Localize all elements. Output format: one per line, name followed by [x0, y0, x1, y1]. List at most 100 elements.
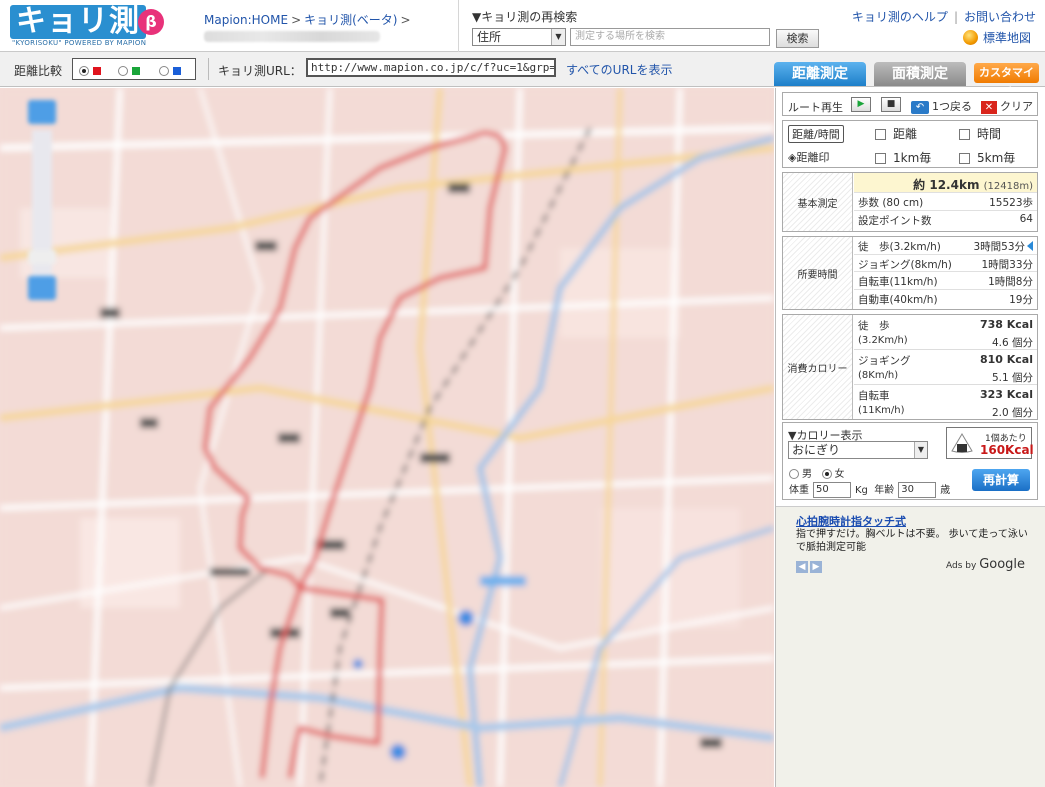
help-links: キョリ測のヘルプ | お問い合わせ — [852, 8, 1036, 25]
total-distance-value: 約 12.4km — [913, 178, 980, 192]
cal-bike-kcal: 323 Kcal — [979, 388, 1033, 401]
weight-input[interactable]: 50 — [813, 482, 851, 498]
mark-1km-option[interactable]: 1km毎 — [875, 149, 931, 166]
breadcrumb-home-link[interactable]: Mapion:HOME — [204, 13, 288, 27]
walk-time: 3時間53分 — [973, 239, 1033, 254]
stop-button[interactable]: ■ — [881, 97, 901, 112]
undo-button[interactable]: ↶ 1つ戻る — [911, 98, 972, 114]
clear-label: クリア — [1000, 100, 1033, 113]
clear-button[interactable]: ✕ クリア — [981, 98, 1033, 114]
table-row: 歩数 (80 cm) 15523歩 — [854, 193, 1037, 211]
compare-label: 距離比較 — [14, 64, 63, 78]
gender-options: 男 女 — [789, 465, 845, 480]
required-time-rows: 徒 歩(3.2km/h) 3時間53分 ジョギング(8km/h) 1時間33分 自転… — [854, 237, 1037, 307]
radio[interactable] — [159, 66, 169, 76]
contact-link[interactable]: お問い合わせ — [964, 10, 1036, 24]
compare-option-red[interactable] — [79, 64, 105, 76]
prev-ad-button[interactable]: ◀ — [796, 561, 808, 573]
walk-time-value: 3時間53分 — [973, 241, 1025, 253]
age-input[interactable]: 30 — [898, 482, 937, 498]
checkbox[interactable] — [875, 129, 886, 140]
radio-selected[interactable] — [79, 66, 89, 76]
undo-label: 1つ戻る — [932, 100, 972, 113]
search-type-select[interactable]: 住所 ▼ — [472, 28, 566, 46]
food-select[interactable]: おにぎり ▼ — [788, 441, 928, 459]
chevron-down-icon: ▼ — [551, 29, 565, 45]
radio[interactable] — [789, 469, 799, 479]
checkbox[interactable] — [959, 129, 970, 140]
bike-time: 1時間8分 — [988, 276, 1033, 288]
url-label: キョリ測URL： — [218, 64, 302, 78]
per-unit-value: 160Kcal — [980, 443, 1034, 457]
green-swatch — [132, 67, 140, 75]
breadcrumb-kyorisoku-link[interactable]: キョリ測(ベータ) — [304, 13, 397, 27]
recalculate-button[interactable]: 再計算 — [972, 469, 1030, 491]
walk-label: 徒 歩(3.2km/h) — [858, 241, 941, 253]
chevron-down-icon: ▼ — [914, 442, 927, 458]
distance-time-row: 距離/時間 距離 時間 — [783, 121, 1037, 144]
compare-option-green[interactable] — [118, 64, 144, 76]
checkbox[interactable] — [875, 153, 886, 164]
help-link[interactable]: キョリ測のヘルプ — [852, 10, 948, 24]
cal-jog-count: 5.1 個分 — [991, 372, 1033, 384]
age-label: 年齢 — [874, 485, 895, 496]
radio-selected[interactable] — [821, 469, 832, 479]
zoom-control[interactable] — [24, 100, 60, 300]
jog-time: 1時間33分 — [981, 258, 1033, 271]
cal-walk-speed: (3.2Km/h) — [858, 335, 908, 346]
logo[interactable]: キョリ測 β "KYORISOKU" POWERED BY MAPION — [8, 5, 168, 47]
mark-5km-option[interactable]: 5km毎 — [959, 149, 1015, 166]
search-button[interactable]: 検索 — [776, 29, 819, 48]
beta-badge: β — [138, 9, 164, 35]
radio[interactable] — [118, 66, 128, 76]
map-view[interactable] — [0, 88, 774, 787]
table-row: 自動車(40km/h) 19分 — [854, 290, 1037, 308]
male-option[interactable]: 男 — [789, 469, 812, 480]
distance-time-label: 距離/時間 — [788, 125, 844, 143]
distance-option[interactable]: 距離 — [875, 125, 917, 142]
table-row: 設定ポイント数 64 — [854, 211, 1037, 229]
customize-button[interactable]: カスタマイズ — [974, 63, 1039, 99]
breadcrumb: Mapion:HOME > キョリ測(ベータ) > — [204, 11, 414, 28]
required-time: 所要時間 徒 歩(3.2km/h) 3時間53分 ジョギング(8km/h) 1時間3… — [782, 236, 1038, 310]
tab-area[interactable]: 面積測定 — [874, 62, 966, 86]
search-input[interactable]: 測定する場所を検索 — [570, 28, 770, 46]
checkbox[interactable] — [959, 153, 970, 164]
blue-swatch — [173, 67, 181, 75]
compare-option-blue[interactable] — [159, 64, 185, 76]
points-label: 設定ポイント数 — [858, 214, 932, 227]
mark-5km-label: 5km毎 — [977, 151, 1016, 165]
play-button[interactable]: ▶ — [851, 97, 871, 112]
triangle-left-icon — [1027, 241, 1033, 251]
table-row: ジョギング (8Km/h) 810 Kcal 5.1 個分 — [854, 350, 1037, 385]
ad-title-link[interactable]: 心拍腕時計指タッチ式 — [796, 513, 906, 529]
table-row: ジョギング(8km/h) 1時間33分 — [854, 255, 1037, 272]
next-ad-button[interactable]: ▶ — [810, 561, 822, 573]
time-option[interactable]: 時間 — [959, 125, 1001, 142]
female-option[interactable]: 女 — [821, 469, 845, 480]
weight-label: 体重 — [789, 485, 809, 496]
car-time: 19分 — [1009, 293, 1033, 306]
calories: 消費カロリー 徒 歩 (3.2Km/h) 738 Kcal 4.6 個分 ジョギ… — [782, 314, 1038, 420]
cal-bike-label: 自転車 — [858, 390, 890, 402]
breadcrumb-separator: > — [400, 13, 411, 27]
url-field[interactable]: http://www.mapion.co.jp/c/f?uc=1&grp=r — [306, 58, 556, 77]
cal-walk-label: 徒 歩 — [858, 320, 890, 332]
standard-map-link[interactable]: 標準地図 — [963, 29, 1031, 46]
undo-icon: ↶ — [911, 100, 929, 114]
ads-by-google[interactable]: Ads by Google — [946, 557, 1025, 572]
jog-label: ジョギング(8km/h) — [858, 258, 952, 271]
food-select-value: おにぎり — [792, 443, 841, 457]
distance-mark-label: ◈距離印 — [788, 151, 830, 164]
tab-distance[interactable]: 距離測定 — [774, 62, 866, 86]
blurred-address — [204, 31, 380, 42]
female-label: 女 — [834, 469, 845, 480]
male-label: 男 — [802, 469, 812, 480]
total-distance: 約 12.4km (12418m) — [913, 176, 1033, 193]
car-label: 自動車(40km/h) — [858, 293, 938, 306]
cal-bike-speed: (11Km/h) — [858, 405, 905, 416]
age-unit: 歳 — [940, 485, 951, 496]
route-replay-label: ルート再生 — [788, 101, 843, 114]
show-all-urls-link[interactable]: すべてのURLを表示 — [566, 61, 673, 78]
total-distance-row: 約 12.4km (12418m) — [854, 173, 1037, 193]
